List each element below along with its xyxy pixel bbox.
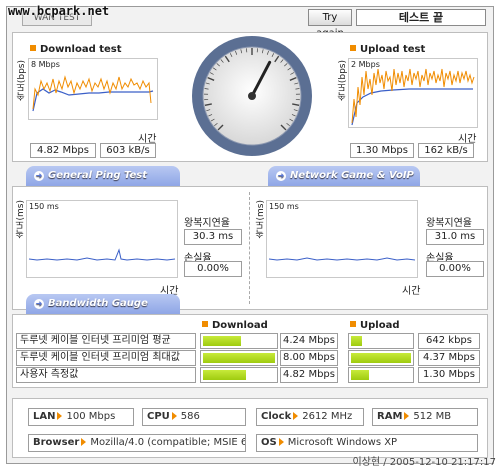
arrow-right-icon: ➜ bbox=[34, 171, 44, 181]
download-gauge-value: 4.82 Mbps bbox=[280, 367, 338, 383]
speedometer-svg bbox=[192, 36, 312, 156]
download-mbps-value: 4.82 Mbps bbox=[30, 143, 96, 158]
download-gauge-value: 8.00 Mbps bbox=[280, 350, 338, 366]
test-status-display: 테스트 끝 bbox=[356, 9, 486, 26]
download-kbs-value: 603 kB/s bbox=[100, 143, 156, 158]
game-x-axis-label: 시간 bbox=[402, 286, 421, 297]
download-gauge-bar bbox=[200, 350, 278, 366]
download-test-title: Download test bbox=[30, 44, 122, 55]
speedometer-hub bbox=[248, 92, 256, 100]
download-scale-label: 8 Mbps bbox=[31, 60, 60, 69]
orange-bullet-icon bbox=[202, 321, 208, 327]
upload-gauge-fill bbox=[351, 370, 369, 380]
site-watermark: www.bcpark.net bbox=[8, 4, 110, 18]
game-rtt-value: 31.0 ms bbox=[426, 229, 484, 245]
upload-gauge-value: 4.37 Mbps bbox=[418, 350, 480, 366]
orange-bullet-icon bbox=[350, 321, 356, 327]
bandwidth-upload-header: Upload bbox=[350, 320, 399, 331]
upload-speed-line bbox=[351, 68, 475, 124]
bandwidth-row-label: 두루넷 케이블 인터넷 프리미엄 평균 bbox=[16, 333, 196, 349]
download-gauge-fill bbox=[203, 336, 241, 346]
download-gauge-fill bbox=[203, 353, 275, 363]
game-chart: 150 ms bbox=[266, 200, 418, 278]
bandwidth-row-label: 사용자 측정값 bbox=[16, 367, 196, 383]
game-rtt-label: 왕복지연율 bbox=[426, 218, 472, 229]
game-loss-value: 0.00% bbox=[426, 261, 484, 277]
arrow-right-icon bbox=[81, 438, 87, 446]
bandwidth-download-header: Download bbox=[202, 320, 268, 331]
upload-gauge-fill bbox=[351, 353, 411, 363]
download-gauge-value: 4.24 Mbps bbox=[280, 333, 338, 349]
ping-chart: 150 ms bbox=[26, 200, 178, 278]
upload-chart-svg bbox=[351, 68, 475, 126]
lan-info: LAN 100 Mbps bbox=[28, 408, 134, 426]
upload-chart: 2 Mbps bbox=[348, 58, 478, 128]
tab-bandwidth-gauge[interactable]: ➜ Bandwidth Gauge bbox=[26, 294, 180, 314]
arrow-right-icon bbox=[404, 412, 410, 420]
upload-gauge-bar bbox=[348, 350, 414, 366]
clock-info: Clock 2612 MHz bbox=[256, 408, 364, 426]
speedometer-gauge bbox=[190, 34, 314, 158]
upload-trend-line bbox=[351, 88, 473, 126]
ping-series-line bbox=[28, 248, 176, 261]
upload-gauge-value: 642 kbps bbox=[418, 333, 480, 349]
game-series-line bbox=[268, 257, 416, 261]
upload-gauge-fill bbox=[351, 336, 362, 346]
ping-rtt-label: 왕복지연율 bbox=[184, 218, 230, 229]
download-trend-line bbox=[32, 88, 154, 112]
ram-info: RAM 512 MB bbox=[372, 408, 478, 426]
ping-scale-label: 150 ms bbox=[29, 202, 59, 211]
orange-bullet-icon bbox=[350, 45, 356, 51]
upload-gauge-bar bbox=[348, 367, 414, 383]
arrow-right-icon bbox=[278, 438, 284, 446]
game-chart-svg bbox=[268, 257, 416, 261]
upload-kbs-value: 162 kB/s bbox=[418, 143, 474, 158]
cpu-info: CPU 586 bbox=[142, 408, 246, 426]
ping-chart-svg bbox=[28, 248, 176, 261]
ping-panel-divider bbox=[249, 192, 250, 304]
upload-gauge-bar bbox=[348, 333, 414, 349]
upload-scale-label: 2 Mbps bbox=[351, 60, 380, 69]
ping-rtt-value: 30.3 ms bbox=[184, 229, 242, 245]
arrow-right-icon: ➜ bbox=[276, 171, 286, 181]
os-info: OS Microsoft Windows XP bbox=[256, 434, 478, 452]
browser-info: Browser Mozilla/4.0 (compatible; MSIE 6.0 bbox=[28, 434, 246, 452]
download-gauge-bar bbox=[200, 367, 278, 383]
try-again-button[interactable]: Try again bbox=[308, 9, 352, 39]
orange-bullet-icon bbox=[30, 45, 36, 51]
tab-general-ping-test[interactable]: ➜ General Ping Test bbox=[26, 166, 180, 186]
upload-test-title: Upload test bbox=[350, 44, 425, 55]
download-y-axis-label: 속도(bps) bbox=[17, 60, 27, 102]
bandwidth-row-label: 두루넷 케이블 인터넷 프리미엄 최대값 bbox=[16, 350, 196, 366]
game-scale-label: 150 ms bbox=[269, 202, 299, 211]
upload-gauge-value: 1.30 Mbps bbox=[418, 367, 480, 383]
upload-mbps-value: 1.30 Mbps bbox=[350, 143, 414, 158]
arrow-right-icon bbox=[293, 412, 299, 420]
arrow-right-icon bbox=[57, 412, 63, 420]
ping-loss-value: 0.00% bbox=[184, 261, 242, 277]
footer-timestamp: 이상현 / 2005-12-10 21:17:17 bbox=[352, 457, 496, 468]
download-gauge-fill bbox=[203, 370, 246, 380]
download-chart: 8 Mbps bbox=[28, 58, 158, 120]
arrow-right-icon: ➜ bbox=[34, 299, 44, 309]
tab-network-game-voip-test[interactable]: ➜Network Game & VoIP Test bbox=[268, 166, 420, 201]
arrow-right-icon bbox=[171, 412, 177, 420]
download-gauge-bar bbox=[200, 333, 278, 349]
